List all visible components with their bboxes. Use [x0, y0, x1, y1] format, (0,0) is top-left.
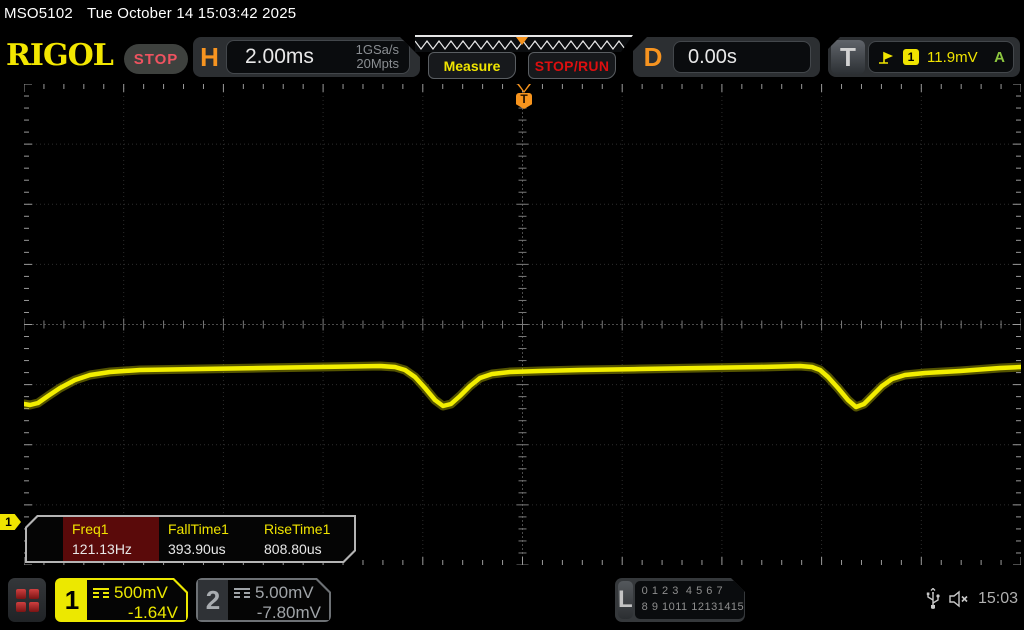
- measurement-results-box[interactable]: Freq1 121.13Hz FallTime1 393.90us RiseTi…: [25, 515, 356, 563]
- timebase-value: 2.00ms: [227, 45, 356, 69]
- trigger-menu-button[interactable]: T 1 11.9mV A: [828, 37, 1020, 77]
- horizontal-label: H: [193, 42, 226, 73]
- delay-menu-button[interactable]: D 0.00s: [633, 37, 820, 77]
- trigger-position-arrow-icon[interactable]: [517, 84, 531, 93]
- channel1-ground-marker[interactable]: 1: [0, 514, 21, 530]
- usb-icon[interactable]: [926, 588, 940, 610]
- measure-button[interactable]: Measure: [428, 52, 516, 79]
- trigger-edge-icon: [877, 49, 895, 65]
- measurement-value: 393.90us: [168, 541, 255, 557]
- trigger-display[interactable]: 1 11.9mV A: [868, 41, 1014, 73]
- measure-button-label: Measure: [444, 58, 501, 74]
- channel2-button[interactable]: 2 5.00mV -7.80mV: [196, 578, 331, 622]
- logic-row1: 0 1 2 3 4 5 6 7: [642, 585, 723, 597]
- model-name: MSO5102: [4, 5, 73, 22]
- main-menu-button[interactable]: [8, 578, 46, 622]
- delay-value: 0.00s: [674, 46, 810, 69]
- measurement-value: 808.80us: [264, 541, 351, 557]
- logic-row2: 8 9 1011 12131415: [642, 601, 745, 613]
- channel1-ground-label: 1: [5, 515, 12, 529]
- channel2-scale: 5.00mV: [255, 583, 314, 603]
- delay-label: D: [633, 42, 673, 73]
- channel1-number: 1: [57, 580, 87, 620]
- delay-display[interactable]: 0.00s: [673, 41, 811, 73]
- acquisition-info: 1GSa/s 20Mpts: [356, 43, 409, 70]
- waveform-display[interactable]: [24, 84, 1021, 565]
- horizontal-menu-button[interactable]: H 2.00ms 1GSa/s 20Mpts: [193, 37, 420, 77]
- logic-channel-numbers: 0 1 2 3 4 5 6 7 8 9 1011 12131415: [635, 581, 745, 619]
- sound-muted-icon[interactable]: [948, 590, 970, 608]
- trigger-sweep-mode: A: [994, 49, 1005, 66]
- channel2-number: 2: [198, 580, 228, 620]
- measurement-name: FallTime1: [168, 521, 255, 537]
- measurement-name: Freq1: [72, 521, 159, 537]
- logic-label: L: [618, 581, 633, 619]
- dc-coupling-icon: [93, 586, 109, 600]
- measurement-spacer: [27, 517, 63, 561]
- logic-channels-button[interactable]: L 0 1 2 3 4 5 6 7 8 9 1011 12131415: [615, 578, 745, 622]
- oscilloscope-screen: MSO5102 Tue October 14 15:03:42 2025 RIGO…: [0, 0, 1024, 630]
- channel1-scale: 500mV: [114, 583, 168, 603]
- measurement-falltime1[interactable]: FallTime1 393.90us: [159, 517, 255, 561]
- trigger-source-badge: 1: [903, 49, 919, 65]
- clock: 15:03: [978, 590, 1018, 608]
- menu-grid-icon: [16, 589, 39, 612]
- measurement-freq1[interactable]: Freq1 121.13Hz: [63, 517, 159, 561]
- trigger-position-marker-label: T: [520, 93, 527, 106]
- trigger-level-value: 11.9mV: [927, 49, 978, 66]
- status-bar: 15:03: [926, 588, 1018, 610]
- top-info-bar: MSO5102 Tue October 14 15:03:42 2025: [4, 5, 296, 22]
- measurement-name: RiseTime1: [264, 521, 351, 537]
- measurement-value: 121.13Hz: [72, 541, 159, 557]
- memory-depth: 20Mpts: [356, 56, 399, 71]
- measurement-risetime1[interactable]: RiseTime1 808.80us: [255, 517, 351, 561]
- channel1-button[interactable]: 1 500mV -1.64V: [55, 578, 188, 622]
- timebase-display[interactable]: 2.00ms 1GSa/s 20Mpts: [226, 40, 410, 74]
- stop-run-button-label: STOP/RUN: [535, 58, 610, 74]
- rigol-logo: RIGOL: [6, 38, 113, 73]
- preview-trigger-position-icon[interactable]: [516, 37, 528, 45]
- datetime-label: Tue October 14 15:03:42 2025: [87, 5, 296, 22]
- stop-run-button[interactable]: STOP/RUN: [528, 52, 616, 79]
- run-state-badge: STOP: [124, 44, 188, 74]
- dc-coupling-icon: [234, 586, 250, 600]
- trigger-label: T: [831, 40, 865, 74]
